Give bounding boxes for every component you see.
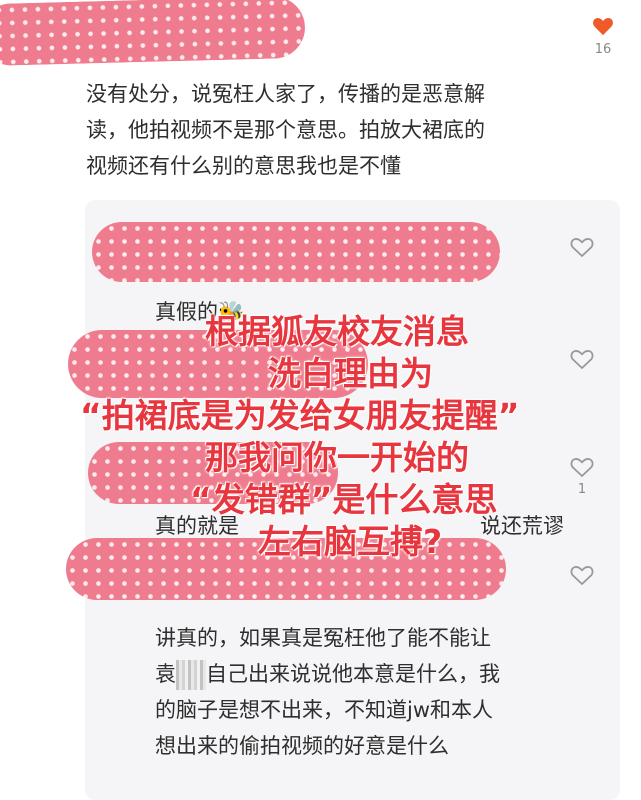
heart-outline-icon [570, 458, 594, 478]
mosaic-redaction [176, 660, 206, 690]
reply-like-button[interactable] [569, 564, 595, 590]
like-count: 16 [594, 42, 612, 57]
comment-text: 没有处分，说冤枉人家了，传播的是恶意解 读，他拍视频不是那个意思。拍放大裙底的 … [86, 76, 626, 184]
overlay-line: “发错群”是什么意思 [190, 480, 498, 519]
overlay-line: 左右脑互搏? [258, 522, 443, 561]
reply-line: 的脑子是想不出来，不知道jw和本人 [155, 698, 494, 722]
heart-outline-icon [570, 350, 594, 370]
redacted-username [0, 0, 306, 67]
reply-like-button[interactable] [569, 348, 595, 374]
heart-outline-icon [570, 238, 594, 258]
reply-line: 讲真的，如果真是冤枉他了能不能让 [155, 626, 491, 650]
redacted-reply-user [92, 222, 500, 282]
reply-like-count: 1 [577, 482, 587, 497]
heart-filled-icon [593, 17, 613, 36]
heart-outline-icon [570, 566, 594, 586]
reply-like-button[interactable]: 1 [569, 456, 595, 497]
overlay-line: 根据狐友校友消息 [205, 312, 469, 351]
reply-text: 讲真的，如果真是冤枉他了能不能让 袁自己出来说说他本意是什么，我 的脑子是想不出… [155, 620, 615, 764]
overlay-line: 洗白理由为 [268, 354, 433, 393]
comment-line: 读，他拍视频不是那个意思。拍放大裙底的 [86, 118, 485, 142]
reply-like-button[interactable] [569, 236, 595, 262]
overlay-line: 那我问你一开始的 [205, 438, 469, 477]
comment-line: 视频还有什么别的意思我也是不懂 [86, 154, 401, 178]
like-button[interactable]: 16 [589, 16, 617, 66]
overlay-line: “拍裙底是为发给女朋友提醒” [80, 396, 520, 435]
comment-line: 没有处分，说冤枉人家了，传播的是恶意解 [86, 82, 485, 106]
reply-line: 想出来的偷拍视频的好意是什么 [155, 734, 449, 758]
reply-line: 袁自己出来说说他本意是什么，我 [155, 656, 615, 692]
